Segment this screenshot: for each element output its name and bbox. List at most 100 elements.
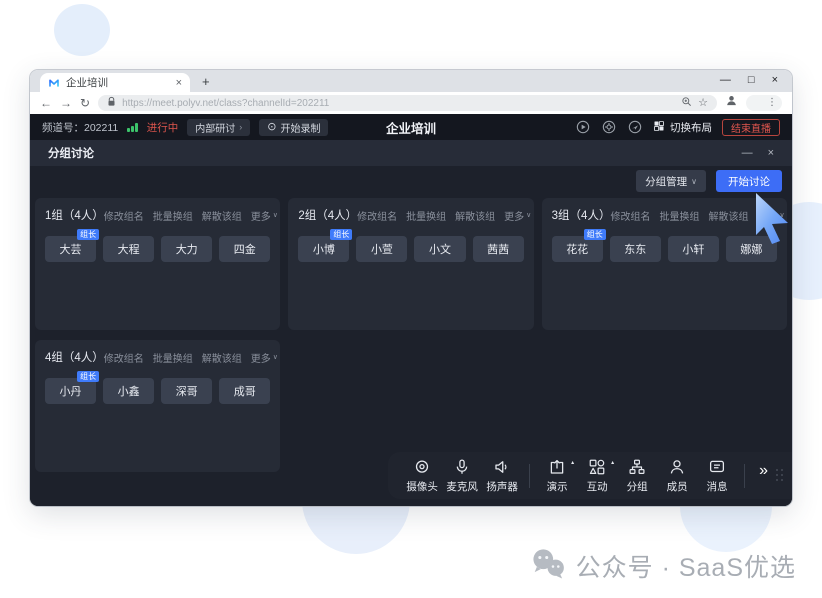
- group-action[interactable]: 解散该组: [708, 208, 748, 223]
- bookmark-star-icon[interactable]: ☆: [698, 98, 708, 109]
- group-action[interactable]: 批量换组: [153, 208, 193, 223]
- group-action[interactable]: 修改组名: [357, 208, 397, 223]
- group-action[interactable]: 修改组名: [104, 350, 144, 365]
- zoom-icon[interactable]: [681, 94, 692, 112]
- camera-icon: [413, 458, 431, 476]
- member-name: 四金: [234, 241, 256, 257]
- group-card-header: 2组（4人）修改组名批量换组解散该组更多∨: [298, 207, 523, 223]
- panel-controls: — ×: [742, 148, 774, 159]
- group-action[interactable]: 批量换组: [659, 208, 699, 223]
- member-name: 小鑫: [118, 383, 140, 399]
- panel-close-icon[interactable]: ×: [768, 148, 774, 159]
- share-icon[interactable]: [627, 119, 643, 135]
- internal-discussion-button[interactable]: 内部研讨 ›: [187, 119, 250, 136]
- tab-close-icon[interactable]: ×: [176, 77, 182, 89]
- toolbar-present-button[interactable]: ▴演示: [537, 458, 577, 494]
- member-chip[interactable]: 茜茜: [473, 236, 524, 262]
- panel-minimize-icon[interactable]: —: [742, 148, 753, 159]
- group-more-label: 更多: [757, 208, 777, 223]
- member-chip[interactable]: 深哥: [161, 378, 212, 404]
- toolbar-group-button[interactable]: 分组: [617, 458, 657, 494]
- toolbar-camera-button[interactable]: 摄像头: [402, 458, 442, 494]
- panel-header: 分组讨论 — ×: [30, 140, 792, 166]
- member-chip[interactable]: 东东: [610, 236, 661, 262]
- address-bar[interactable]: https://meet.polyv.net/class?channelId=2…: [98, 95, 717, 111]
- group-action[interactable]: 批量换组: [406, 208, 446, 223]
- toolbar-message-button[interactable]: 消息: [697, 458, 737, 494]
- group-label: 2组（4人）: [298, 207, 357, 223]
- member-chip[interactable]: 娜娜: [726, 236, 777, 262]
- record-icon: ⊙: [267, 122, 276, 133]
- reload-icon[interactable]: ↻: [80, 97, 90, 109]
- playback-icon[interactable]: [575, 119, 591, 135]
- chevron-down-icon: ∨: [273, 211, 278, 219]
- start-record-button[interactable]: ⊙ 开始录制: [259, 119, 328, 136]
- group-more-button[interactable]: 更多∨: [251, 208, 278, 223]
- toolbar-mic-button[interactable]: 麦克风: [442, 458, 482, 494]
- toolbar-speaker-button[interactable]: 扬声器: [482, 458, 522, 494]
- forward-icon[interactable]: →: [60, 97, 72, 109]
- app-top-bar: 频道号：202211 进行中 内部研讨 › ⊙ 开始录制 企业培训: [30, 114, 792, 140]
- member-name: 大力: [176, 241, 198, 257]
- watermark: 公众号 · SaaS优选: [530, 548, 796, 584]
- group-action[interactable]: 解散该组: [202, 208, 242, 223]
- group-more-label: 更多: [504, 208, 524, 223]
- window-maximize-icon[interactable]: □: [748, 73, 755, 87]
- start-discussion-button[interactable]: 开始讨论: [716, 170, 782, 192]
- present-icon: ▴: [548, 458, 566, 476]
- interact-icon: ▴: [588, 458, 606, 476]
- background-blob: [54, 4, 110, 56]
- member-chip[interactable]: 成哥: [219, 378, 270, 404]
- caret-up-icon: ▴: [571, 459, 574, 466]
- member-chip[interactable]: 花花组长: [552, 236, 603, 262]
- breakout-panel: 分组讨论 — × 分组管理 ∨ 开始讨论 1组（4人）修改组名批量换组解散该组更…: [30, 140, 792, 506]
- group-action[interactable]: 修改组名: [610, 208, 650, 223]
- group-more-button[interactable]: 更多∨: [504, 208, 531, 223]
- group-more-button[interactable]: 更多∨: [757, 208, 784, 223]
- member-chip[interactable]: 四金: [219, 236, 270, 262]
- member-chip[interactable]: 小鑫: [103, 378, 154, 404]
- member-chip[interactable]: 小博组长: [298, 236, 349, 262]
- app-area: 频道号：202211 进行中 内部研讨 › ⊙ 开始录制 企业培训: [30, 114, 792, 506]
- group-more-button[interactable]: 更多∨: [251, 350, 278, 365]
- group-more-label: 更多: [251, 350, 271, 365]
- group-action[interactable]: 修改组名: [104, 208, 144, 223]
- member-chip[interactable]: 小文: [414, 236, 465, 262]
- group-card-1: 1组（4人）修改组名批量换组解散该组更多∨ 大芸组长大程 大力 四金: [35, 198, 280, 330]
- group-actions: 修改组名批量换组解散该组更多∨: [610, 208, 784, 223]
- member-chip[interactable]: 大芸组长: [45, 236, 96, 262]
- group-action[interactable]: 解散该组: [455, 208, 495, 223]
- member-chip[interactable]: 小丹组长: [45, 378, 96, 404]
- window-minimize-icon[interactable]: —: [720, 73, 731, 87]
- end-live-button[interactable]: 结束直播: [722, 119, 780, 136]
- window-close-icon[interactable]: ×: [772, 73, 778, 87]
- profile-avatar-icon[interactable]: [725, 94, 738, 112]
- group-manage-button[interactable]: 分组管理 ∨: [636, 170, 706, 192]
- drag-handle-icon[interactable]: [776, 469, 784, 482]
- member-chip[interactable]: 大程: [103, 236, 154, 262]
- member-chips: 花花组长东东小轩娜娜: [552, 236, 777, 262]
- member-chip[interactable]: 大力: [161, 236, 212, 262]
- leader-badge: 组长: [584, 229, 606, 240]
- wechat-icon: [530, 548, 566, 584]
- browser-tab[interactable]: 企业培训 ×: [40, 73, 190, 92]
- live-status: 进行中: [147, 120, 179, 135]
- member-name: 花花: [566, 241, 588, 257]
- settings-gear-icon[interactable]: [601, 119, 617, 135]
- watermark-text: 公众号 · SaaS优选: [576, 548, 796, 584]
- member-chip[interactable]: 小萱: [356, 236, 407, 262]
- group-label: 1组（4人）: [45, 207, 104, 223]
- group-action[interactable]: 解散该组: [202, 350, 242, 365]
- top-bar-right: 切换布局 结束直播: [575, 119, 780, 136]
- member-name: 小博: [313, 241, 335, 257]
- tab-title: 企业培训: [66, 75, 170, 90]
- browser-menu-button[interactable]: ⋮: [746, 95, 782, 111]
- member-chip[interactable]: 小轩: [668, 236, 719, 262]
- group-action[interactable]: 批量换组: [153, 350, 193, 365]
- new-tab-button[interactable]: +: [202, 74, 210, 89]
- back-icon[interactable]: ←: [40, 97, 52, 109]
- switch-layout-button[interactable]: 切换布局: [653, 120, 712, 135]
- toolbar-member-button[interactable]: 成员: [657, 458, 697, 494]
- expand-more-icon[interactable]: »: [759, 463, 768, 479]
- toolbar-interact-button[interactable]: ▴互动: [577, 458, 617, 494]
